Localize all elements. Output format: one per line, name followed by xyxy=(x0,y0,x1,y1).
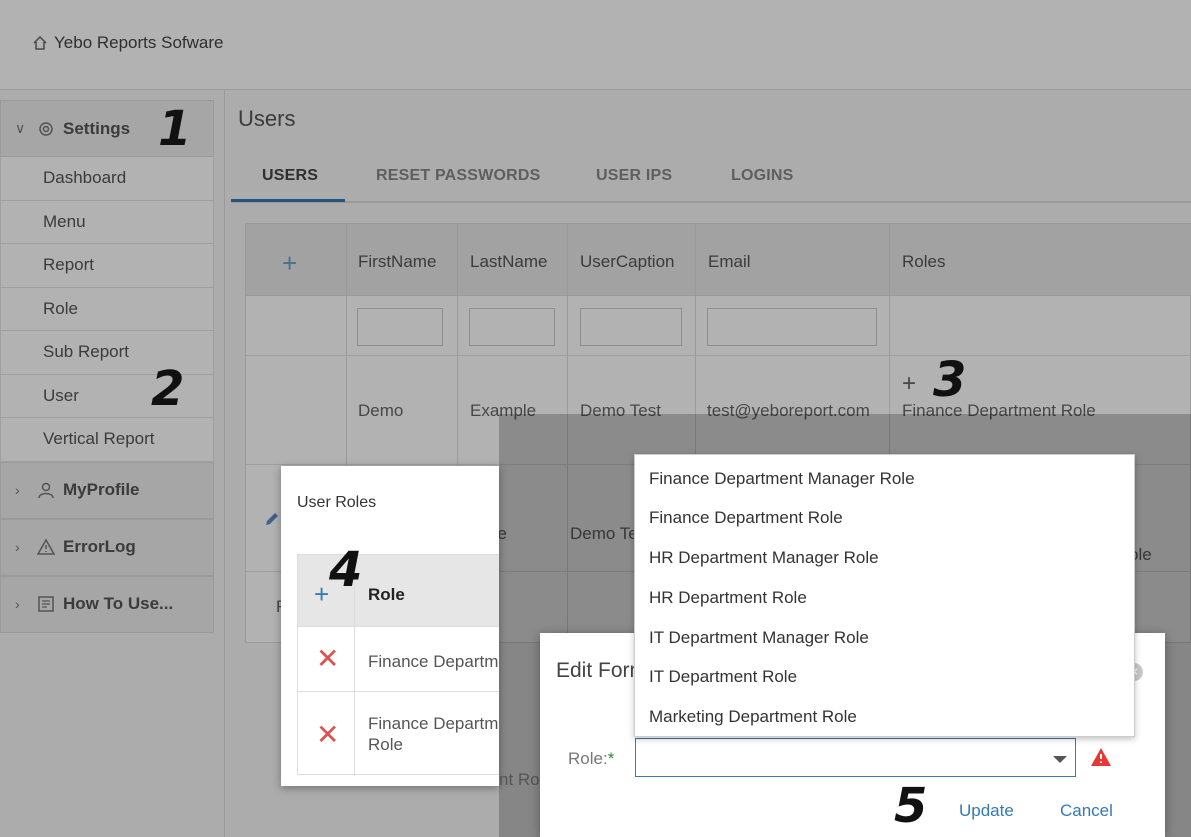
role-cell: Finance Departm xyxy=(368,652,499,671)
user-roles-popup: User Roles + Role ✕ Finance Departm ✕ Fi… xyxy=(281,466,499,786)
cancel-button[interactable]: Cancel xyxy=(1060,801,1113,821)
dropdown-option[interactable]: IT Department Role xyxy=(649,667,797,687)
popup-title: User Roles xyxy=(297,494,377,511)
chevron-down-icon[interactable] xyxy=(1053,756,1067,763)
required-mark: * xyxy=(607,749,615,768)
role-select[interactable] xyxy=(635,738,1076,777)
step-marker-1: 1 xyxy=(158,101,192,157)
role-cell-line2: Role xyxy=(368,735,403,754)
roles-column-header: Role xyxy=(368,585,405,604)
row-divider xyxy=(298,691,499,692)
dropdown-option[interactable]: HR Department Manager Role xyxy=(649,548,879,568)
grid-fragment: nt Ro xyxy=(499,770,540,789)
step-marker-5: 5 xyxy=(894,778,928,834)
dropdown-option[interactable]: Finance Department Role xyxy=(649,508,843,528)
roles-table: + Role ✕ Finance Departm ✕ Finance Depar… xyxy=(297,554,499,776)
step-marker-3: 3 xyxy=(933,352,967,408)
dropdown-option[interactable]: Finance Department Manager Role xyxy=(649,469,915,489)
validation-warning-icon xyxy=(1091,748,1111,766)
step-marker-2: 2 xyxy=(151,361,185,417)
dropdown-option[interactable]: HR Department Role xyxy=(649,588,807,608)
delete-role-button[interactable]: ✕ xyxy=(316,642,339,675)
roles-add-button[interactable]: + xyxy=(314,579,329,610)
role-cell: Finance Departm xyxy=(368,714,499,733)
delete-role-button[interactable]: ✕ xyxy=(316,718,339,751)
role-label-text: Role: xyxy=(568,749,608,768)
step-marker-4: 4 xyxy=(329,542,363,598)
dropdown-option[interactable]: Marketing Department Role xyxy=(649,707,857,727)
dropdown-option[interactable]: IT Department Manager Role xyxy=(649,628,869,648)
role-field-label: Role:* xyxy=(568,749,614,769)
update-button[interactable]: Update xyxy=(959,801,1014,821)
role-dropdown-list: Finance Department Manager Role Finance … xyxy=(634,454,1135,737)
